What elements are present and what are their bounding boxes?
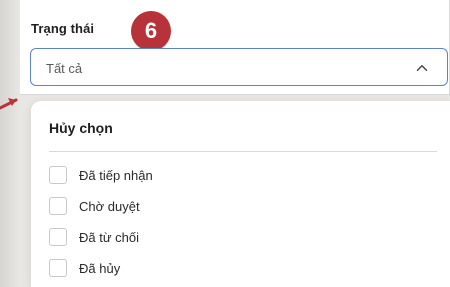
dropdown-option[interactable]: Đã hủy [49, 256, 120, 280]
status-field-label: Trạng thái [31, 21, 95, 36]
checkbox[interactable] [49, 166, 67, 184]
status-select[interactable]: Tất cả [30, 48, 448, 86]
clear-selection[interactable]: Hủy chọn [49, 120, 113, 136]
dropdown-option[interactable]: Chờ duyệt [49, 194, 140, 218]
option-label: Đã hủy [79, 260, 121, 276]
checkbox[interactable] [49, 259, 67, 277]
left-edge-shadow [0, 0, 20, 287]
filter-panel: Trạng thái 6 Tất cả [20, 0, 450, 95]
dropdown-divider [49, 151, 437, 152]
checkbox[interactable] [49, 197, 67, 215]
option-label: Chờ duyệt [79, 198, 140, 214]
option-label: Đã tiếp nhận [79, 167, 153, 183]
dropdown-option[interactable]: Đã tiếp nhận [49, 163, 153, 187]
step-badge-number: 6 [144, 18, 158, 43]
step-badge: 6 [131, 11, 171, 51]
screen: Trạng thái 6 Tất cả Hủy chọn Đã tiếp nhậ… [0, 0, 450, 287]
dropdown-option[interactable]: Đã từ chối [49, 225, 139, 249]
option-label: Đã từ chối [79, 229, 140, 245]
chevron-up-icon[interactable] [413, 59, 431, 77]
checkbox[interactable] [49, 228, 67, 246]
status-dropdown: Hủy chọn Đã tiếp nhận Chờ duyệt Đã từ ch… [31, 101, 450, 287]
status-select-value: Tất cả [46, 61, 83, 76]
